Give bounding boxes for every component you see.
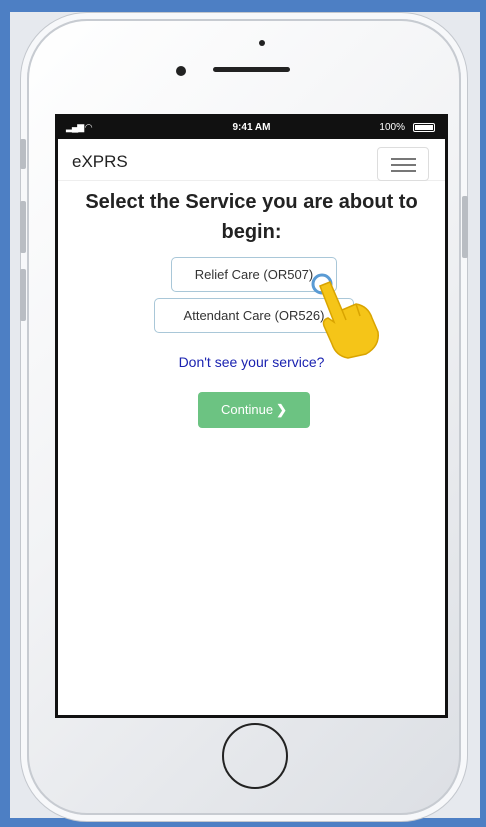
earpiece-speaker (213, 67, 290, 72)
phone-screen: ▂▄▆ ◠ 9:41 AM 100% eXPRS Select the Serv… (55, 114, 448, 718)
dont-see-service-link[interactable]: Don't see your service? (58, 354, 445, 370)
app-brand[interactable]: eXPRS (72, 152, 128, 172)
page-title: Select the Service you are about to begi… (85, 191, 418, 243)
front-camera (176, 66, 186, 76)
hamburger-menu-icon[interactable] (377, 147, 429, 181)
home-button[interactable] (222, 723, 288, 789)
battery-percentage: 100% (379, 122, 405, 133)
continue-button[interactable]: Continue ❯ (198, 392, 310, 428)
phone-volume-up (20, 201, 26, 253)
phone-power-button (462, 196, 468, 258)
phone-volume-down (20, 269, 26, 321)
phone-mute-switch (20, 139, 26, 169)
chevron-right-icon: ❯ (276, 402, 287, 417)
pointing-hand-icon (311, 273, 379, 359)
continue-label: Continue (221, 402, 274, 417)
front-sensor (259, 40, 265, 46)
status-bar: ▂▄▆ ◠ 9:41 AM 100% (58, 117, 445, 139)
navbar: eXPRS (58, 139, 445, 181)
battery-icon (413, 123, 435, 132)
